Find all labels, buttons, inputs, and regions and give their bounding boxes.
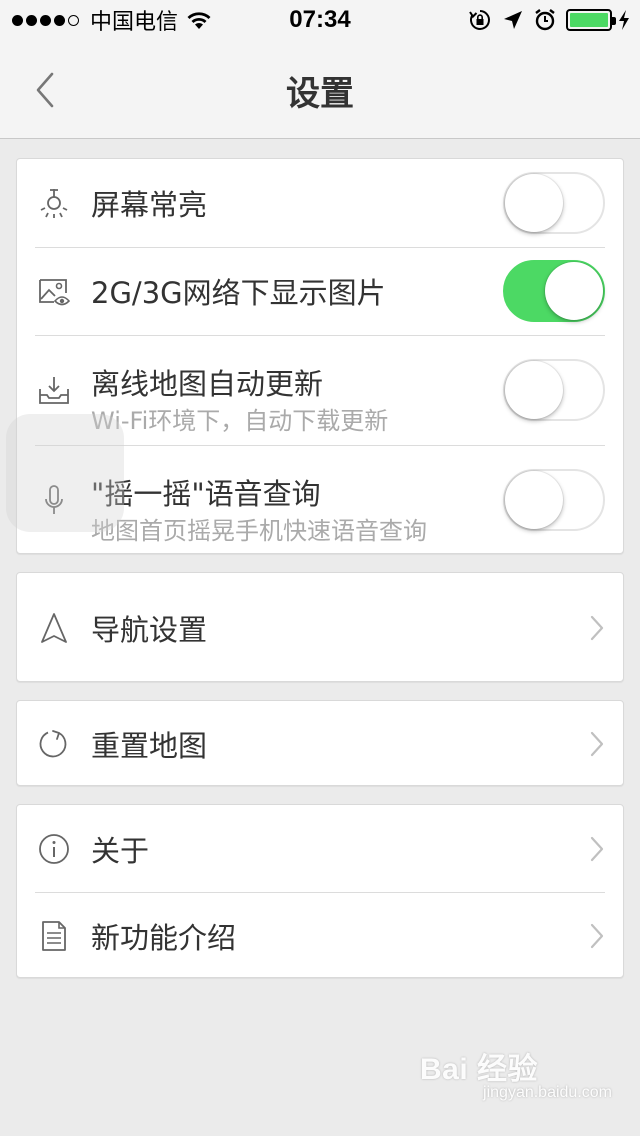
chevron-right-icon (590, 836, 604, 861)
navigation-settings-label: 导航设置 (91, 613, 208, 647)
reset-map-card[interactable]: 重置地图 (16, 700, 624, 786)
reset-map-label: 重置地图 (91, 729, 208, 763)
toggle-knob (545, 262, 603, 320)
toggle-knob (505, 174, 563, 232)
reset-icon (37, 727, 71, 761)
new-features-label: 新功能介绍 (91, 920, 237, 955)
navigation-bar: 设置 (0, 40, 640, 139)
chevron-right-icon (590, 731, 604, 757)
info-icon (37, 832, 71, 866)
screen-always-on-toggle[interactable] (503, 172, 605, 234)
rotation-lock-icon (469, 10, 490, 30)
status-bar: 中国电信 07:34 (0, 0, 640, 40)
image-eye-icon (37, 274, 71, 308)
download-tray-icon (37, 373, 71, 407)
watermark-logo-text: Bai 经验 (420, 1053, 539, 1086)
assistive-touch-button[interactable] (6, 414, 124, 532)
toggle-knob (505, 471, 563, 529)
navigation-arrow-icon (37, 611, 71, 645)
page-title: 设置 (286, 74, 354, 114)
battery-icon (566, 9, 616, 31)
bulb-icon (37, 186, 71, 220)
screen-always-on-row: 屏幕常亮 (17, 159, 623, 247)
location-arrow-icon (504, 11, 522, 29)
show-images-label: 2G/3G网络下显示图片 (91, 276, 386, 310)
shake-voice-search-toggle[interactable] (503, 469, 605, 531)
show-images-row: 2G/3G网络下显示图片 (17, 247, 623, 335)
offline-map-update-label: 离线地图自动更新 (91, 367, 324, 401)
about-card: 关于 新功能介绍 (16, 804, 624, 978)
alarm-icon (535, 9, 555, 31)
navigation-settings-row[interactable]: 导航设置 (17, 573, 623, 683)
screen-always-on-label: 屏幕常亮 (91, 188, 208, 222)
offline-map-update-toggle[interactable] (503, 359, 605, 421)
chevron-right-icon (590, 923, 604, 948)
navigation-settings-card[interactable]: 导航设置 (16, 572, 624, 682)
status-right (458, 7, 630, 33)
baidu-jingyan-watermark: Bai 经验 jingyan.baidu.com (420, 1044, 620, 1114)
about-row[interactable]: 关于 (17, 805, 623, 892)
watermark-url: jingyan.baidu.com (483, 1084, 612, 1101)
document-icon (37, 919, 71, 953)
offline-map-update-description: Wi-Fi环境下，自动下载更新 (91, 407, 389, 435)
new-features-row[interactable]: 新功能介绍 (17, 892, 623, 979)
show-images-toggle[interactable] (503, 260, 605, 322)
charging-icon (619, 10, 629, 30)
toggle-knob (505, 361, 563, 419)
reset-map-row[interactable]: 重置地图 (17, 701, 623, 787)
about-label: 关于 (91, 833, 150, 868)
chevron-right-icon (590, 615, 604, 641)
shake-voice-search-description: 地图首页摇晃手机快速语音查询 (91, 517, 427, 545)
shake-voice-search-label: "摇一摇"语音查询 (91, 477, 321, 511)
